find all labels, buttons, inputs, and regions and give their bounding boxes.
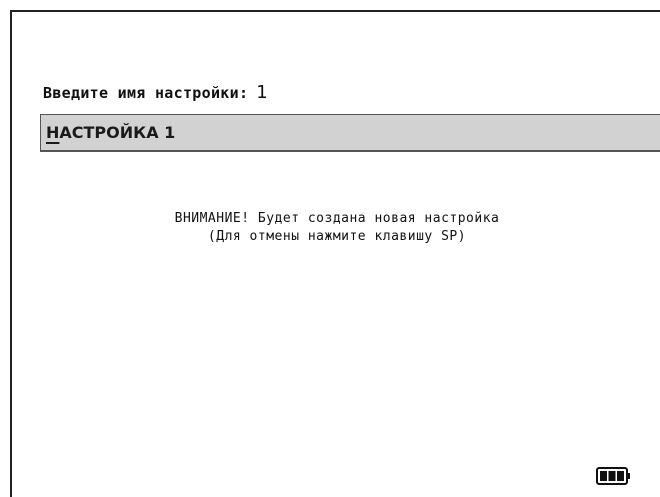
input-text: АСТРОЙКА 1 <box>59 123 176 142</box>
setting-name-input[interactable]: НАСТРОЙКА 1 <box>40 114 660 152</box>
name-prompt-label: Введите имя настройки: <box>43 84 249 102</box>
warning-line-1: ВНИМАНИЕ! Будет создана новая настройка <box>174 211 500 226</box>
warning-line-2: (Для отмены нажмите клавишу SP) <box>207 229 467 244</box>
device-screen: Введите имя настройки: 1 НАСТРОЙКА 1 ВНИМ… <box>10 10 660 497</box>
name-prompt: Введите имя настройки: 1 <box>43 82 268 103</box>
battery-icon <box>596 466 632 486</box>
input-cursor-char: Н <box>46 123 60 142</box>
name-prompt-value: 1 <box>256 82 269 103</box>
warning-message: ВНИМАНИЕ! Будет создана новая настройка … <box>12 210 660 246</box>
